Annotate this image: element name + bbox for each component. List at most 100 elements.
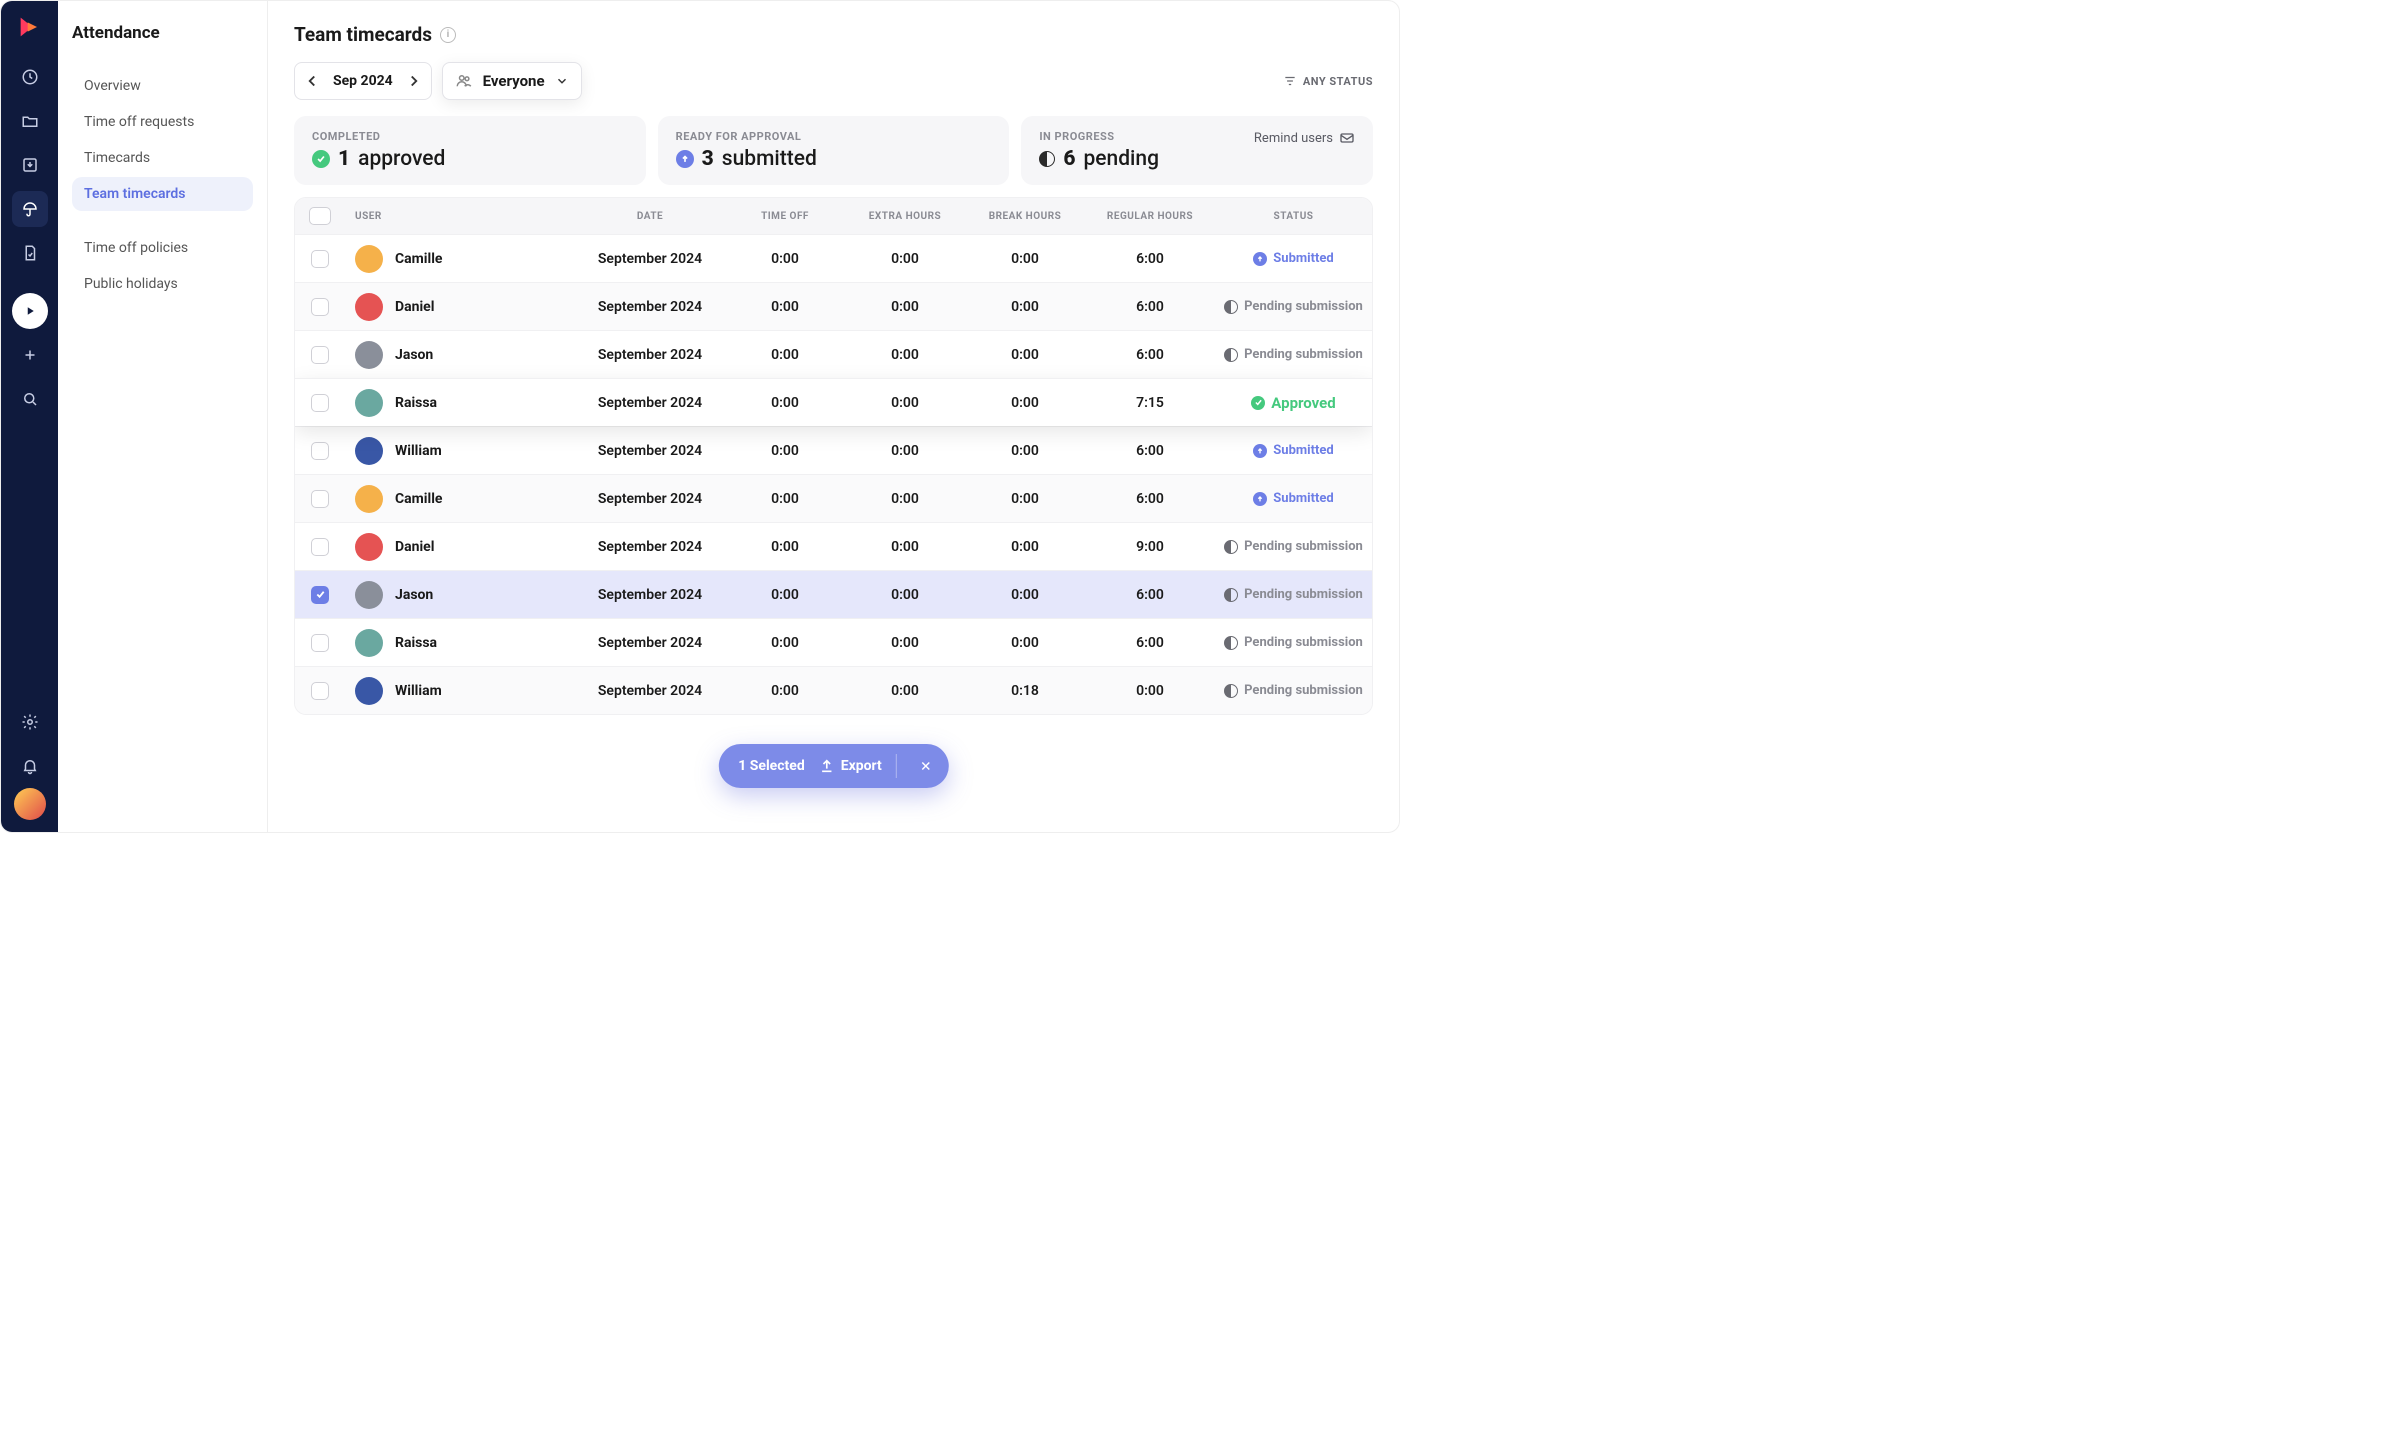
export-icon <box>819 758 835 774</box>
summary-completed-word: approved <box>358 147 445 171</box>
status-label: Submitted <box>1273 491 1333 506</box>
user-name: Jason <box>395 347 433 363</box>
avatar <box>355 581 383 609</box>
nav-add-icon[interactable] <box>12 337 48 373</box>
export-label: Export <box>841 758 882 774</box>
month-prev-button[interactable] <box>303 72 321 90</box>
table-row[interactable]: JasonSeptember 20240:000:000:006:00Pendi… <box>295 570 1372 618</box>
nav-download-icon[interactable] <box>12 147 48 183</box>
cell-date: September 2024 <box>575 299 725 315</box>
sidebar-item-time-off-policies[interactable]: Time off policies <box>72 231 253 265</box>
row-checkbox[interactable] <box>311 682 329 700</box>
avatar <box>355 293 383 321</box>
cell-date: September 2024 <box>575 395 725 411</box>
sidebar-item-overview[interactable]: Overview <box>72 69 253 103</box>
half-circle-icon <box>1224 636 1238 650</box>
summary-progress-card: IN PROGRESS 6 pending Remind users <box>1021 116 1373 185</box>
cell-extra: 0:00 <box>845 587 965 603</box>
table-row[interactable]: DanielSeptember 20240:000:000:006:00Pend… <box>295 282 1372 330</box>
cell-date: September 2024 <box>575 683 725 699</box>
cell-date: September 2024 <box>575 587 725 603</box>
row-checkbox[interactable] <box>311 586 329 604</box>
cell-break: 0:00 <box>965 587 1085 603</box>
col-extra: EXTRA HOURS <box>845 211 965 222</box>
cell-timeoff: 0:00 <box>725 299 845 315</box>
any-status-label: ANY STATUS <box>1303 75 1373 88</box>
half-circle-icon <box>1224 684 1238 698</box>
any-status-filter[interactable]: ANY STATUS <box>1283 74 1373 88</box>
table-row[interactable]: RaissaSeptember 20240:000:000:006:00Pend… <box>295 618 1372 666</box>
status-badge: Pending submission <box>1215 299 1372 314</box>
cell-regular: 6:00 <box>1085 251 1215 267</box>
chevron-down-icon <box>555 74 569 88</box>
cell-extra: 0:00 <box>845 539 965 555</box>
month-label: Sep 2024 <box>327 73 399 89</box>
summary-progress-word: pending <box>1083 147 1159 171</box>
cell-regular: 6:00 <box>1085 587 1215 603</box>
status-label: Pending submission <box>1244 299 1363 314</box>
selection-pill: 1 Selected Export <box>718 744 948 788</box>
upload-icon <box>676 150 694 168</box>
row-checkbox[interactable] <box>311 250 329 268</box>
export-button[interactable]: Export <box>819 758 882 774</box>
cell-timeoff: 0:00 <box>725 443 845 459</box>
sidebar-item-time-off-requests[interactable]: Time off requests <box>72 105 253 139</box>
nav-bell-icon[interactable] <box>12 748 48 784</box>
row-checkbox[interactable] <box>311 298 329 316</box>
cell-timeoff: 0:00 <box>725 491 845 507</box>
nav-clock-icon[interactable] <box>12 59 48 95</box>
cell-break: 0:00 <box>965 395 1085 411</box>
month-next-button[interactable] <box>405 72 423 90</box>
mail-icon <box>1339 130 1355 146</box>
avatar <box>355 485 383 513</box>
table-row[interactable]: JasonSeptember 20240:000:000:006:00Pendi… <box>295 330 1372 378</box>
table-row[interactable]: WilliamSeptember 20240:000:000:006:00Sub… <box>295 426 1372 474</box>
row-checkbox[interactable] <box>311 538 329 556</box>
cell-extra: 0:00 <box>845 443 965 459</box>
cell-regular: 6:00 <box>1085 347 1215 363</box>
cell-regular: 6:00 <box>1085 443 1215 459</box>
check-icon <box>312 150 330 168</box>
avatar <box>355 389 383 417</box>
user-name: William <box>395 683 442 699</box>
sidebar-item-team-timecards[interactable]: Team timecards <box>72 177 253 211</box>
table-row[interactable]: CamilleSeptember 20240:000:000:006:00Sub… <box>295 474 1372 522</box>
close-pill-button[interactable] <box>911 751 941 781</box>
nav-file-icon[interactable] <box>12 235 48 271</box>
nav-search-icon[interactable] <box>12 381 48 417</box>
cell-extra: 0:00 <box>845 491 965 507</box>
cell-timeoff: 0:00 <box>725 395 845 411</box>
status-label: Pending submission <box>1244 635 1363 650</box>
summary-ready-count: 3 <box>702 147 714 171</box>
info-icon[interactable]: i <box>440 27 456 43</box>
nav-umbrella-icon[interactable] <box>12 191 48 227</box>
upload-icon <box>1253 252 1267 266</box>
table-row[interactable]: RaissaSeptember 20240:000:000:007:15Appr… <box>295 378 1372 426</box>
month-picker: Sep 2024 <box>294 62 432 100</box>
table-row[interactable]: CamilleSeptember 20240:000:000:006:00Sub… <box>295 234 1372 282</box>
sidebar-item-timecards[interactable]: Timecards <box>72 141 253 175</box>
row-checkbox[interactable] <box>311 346 329 364</box>
col-user: USER <box>345 211 575 222</box>
table-row[interactable]: WilliamSeptember 20240:000:000:180:00Pen… <box>295 666 1372 714</box>
row-checkbox[interactable] <box>311 442 329 460</box>
cell-timeoff: 0:00 <box>725 251 845 267</box>
sidebar-item-public-holidays[interactable]: Public holidays <box>72 267 253 301</box>
nav-gear-icon[interactable] <box>12 704 48 740</box>
row-checkbox[interactable] <box>311 634 329 652</box>
user-avatar[interactable] <box>14 788 46 820</box>
remind-users-button[interactable]: Remind users <box>1254 130 1355 146</box>
summary-ready-word: submitted <box>722 147 817 171</box>
cell-extra: 0:00 <box>845 683 965 699</box>
table-row[interactable]: DanielSeptember 20240:000:000:009:00Pend… <box>295 522 1372 570</box>
nav-folder-icon[interactable] <box>12 103 48 139</box>
row-checkbox[interactable] <box>311 490 329 508</box>
scope-dropdown[interactable]: Everyone <box>442 62 582 100</box>
cell-break: 0:00 <box>965 299 1085 315</box>
status-badge: Submitted <box>1215 251 1372 266</box>
cell-extra: 0:00 <box>845 347 965 363</box>
select-all-checkbox[interactable] <box>309 207 331 225</box>
row-checkbox[interactable] <box>311 394 329 412</box>
nav-play-button[interactable] <box>12 293 48 329</box>
cell-regular: 7:15 <box>1085 395 1215 411</box>
